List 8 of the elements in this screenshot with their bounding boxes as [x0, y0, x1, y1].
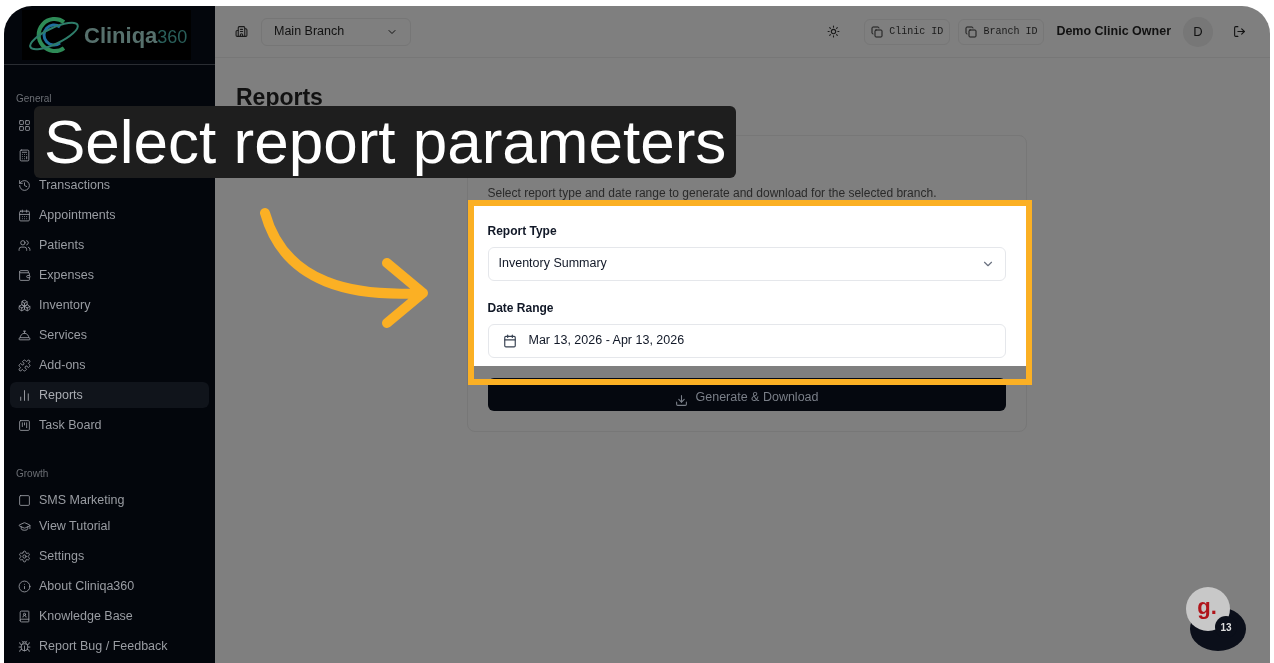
field-label: Date Range [487, 299, 555, 317]
card-description: Select report type and date range to generate and download for the selected branch. [487, 184, 938, 202]
section-heading: Growth [15, 467, 50, 481]
section-heading: General [15, 92, 53, 106]
user-name: Demo Clinic Owner [1056, 23, 1171, 41]
app-logo: Cliniqa360 [22, 10, 192, 60]
field-label: Report Type [487, 222, 558, 240]
tutorial-tooltip: Select report parameters [34, 106, 737, 178]
